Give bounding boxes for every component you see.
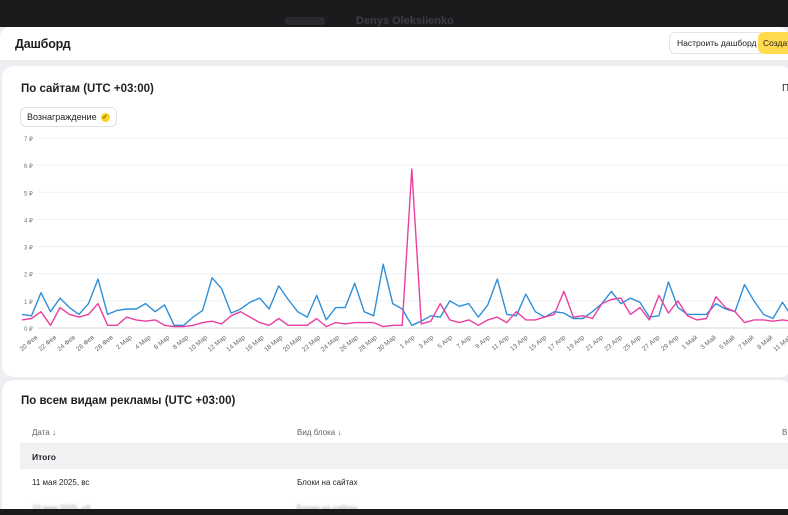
total-label: Итого [32, 452, 56, 462]
y-tick-label: 7 ₽ [24, 136, 33, 143]
x-tick-label: 11 Май [772, 333, 788, 353]
x-tick-label: 26 Фев [75, 334, 96, 353]
x-tick-label: 6 Мар [153, 334, 172, 351]
x-tick-label: 30 Мар [376, 334, 397, 354]
x-tick-label: 16 Мар [244, 334, 265, 354]
y-tick-label: 0 ₽ [24, 326, 33, 333]
y-tick-label: 1 ₽ [24, 299, 33, 306]
x-tick-label: 2 Мар [115, 334, 134, 351]
row-date: 11 мая 2025, вс [32, 478, 90, 487]
x-tick-label: 24 Фев [56, 334, 77, 353]
x-tick-label: 28 Фев [94, 334, 115, 353]
x-tick-label: 7 Май [737, 333, 756, 351]
x-tick-label: 17 Апр [547, 334, 568, 353]
create-button[interactable]: Создать [758, 32, 788, 54]
bottom-bar [0, 509, 788, 515]
top-bar: Denys Oleksiienko [0, 0, 788, 27]
x-tick-label: 18 Мар [263, 334, 284, 354]
y-tick-label: 3 ₽ [24, 245, 33, 252]
x-tick-label: 26 Мар [339, 334, 360, 354]
user-name[interactable]: Denys Oleksiienko [356, 15, 454, 27]
dashboard-header: Дашборд Настроить дашборд Создать [0, 27, 788, 60]
column-header-date[interactable]: Дата ↓ [32, 428, 56, 437]
x-tick-label: 12 Мар [207, 334, 228, 354]
x-tick-label: 3 Апр [418, 334, 436, 350]
y-tick-label: 4 ₽ [24, 217, 33, 224]
x-tick-label: 27 Апр [641, 334, 662, 353]
x-tick-label: 22 Фев [38, 334, 59, 353]
x-tick-label: 9 Апр [474, 334, 492, 350]
x-tick-label: 4 Мар [134, 334, 153, 351]
x-tick-label: 14 Мар [225, 334, 246, 354]
x-tick-label: 11 Апр [491, 334, 511, 352]
y-tick-label: 2 ₽ [24, 272, 33, 279]
total-row: Итого [20, 444, 788, 469]
sites-chart-card: По сайтам (UTC +03:00) П Вознаграждение … [2, 66, 788, 377]
ad-types-table-card: По всем видам рекламы (UTC +03:00) Дата … [2, 380, 788, 515]
x-tick-label: 1 Май [680, 333, 699, 351]
table-header: Дата ↓ Вид блока ↓ В [20, 418, 788, 444]
series-line-2 [21, 168, 788, 328]
x-tick-label: 15 Апр [528, 334, 549, 353]
x-tick-label: 28 Мар [357, 334, 378, 354]
y-tick-label: 5 ₽ [24, 190, 33, 197]
line-chart: 0 ₽ 1 ₽ 2 ₽ 3 ₽ 4 ₽ 5 ₽ 6 ₽ 7 ₽ 20 Фев22 Фев24 Ф… [19, 136, 788, 354]
x-tick-label: 3 Май [699, 333, 718, 351]
x-tick-label: 21 Апр [585, 334, 606, 353]
x-tick-label: 5 Апр [437, 334, 455, 350]
x-tick-label: 24 Мар [320, 334, 341, 354]
x-tick-label: 23 Апр [603, 334, 624, 353]
x-tick-label: 10 Мар [188, 334, 209, 354]
column-header-truncated[interactable]: В [782, 428, 787, 437]
top-bar-placeholder [285, 17, 325, 25]
y-tick-label: 6 ₽ [24, 163, 33, 170]
x-tick-label: 7 Апр [455, 334, 473, 350]
x-tick-label: 5 Май [718, 333, 737, 351]
x-tick-label: 25 Апр [622, 334, 643, 353]
x-tick-label: 1 Апр [399, 334, 417, 350]
x-tick-label: 29 Апр [660, 334, 681, 353]
x-tick-label: 13 Апр [509, 334, 530, 353]
page-title: Дашборд [15, 37, 71, 51]
row-block-type: Блоки на сайтах [297, 478, 358, 487]
table-card-title: По всем видам рекламы (UTC +03:00) [21, 395, 236, 407]
x-tick-label: 22 Мар [301, 334, 322, 354]
x-tick-label: 20 Фев [19, 334, 40, 353]
table-row[interactable]: 11 мая 2025, вс Блоки на сайтах [20, 469, 788, 495]
column-header-block-type[interactable]: Вид блока ↓ [297, 428, 341, 437]
configure-dashboard-button[interactable]: Настроить дашборд [669, 32, 765, 54]
x-tick-label: 19 Апр [566, 334, 587, 353]
x-tick-label: 20 Мар [282, 334, 303, 354]
